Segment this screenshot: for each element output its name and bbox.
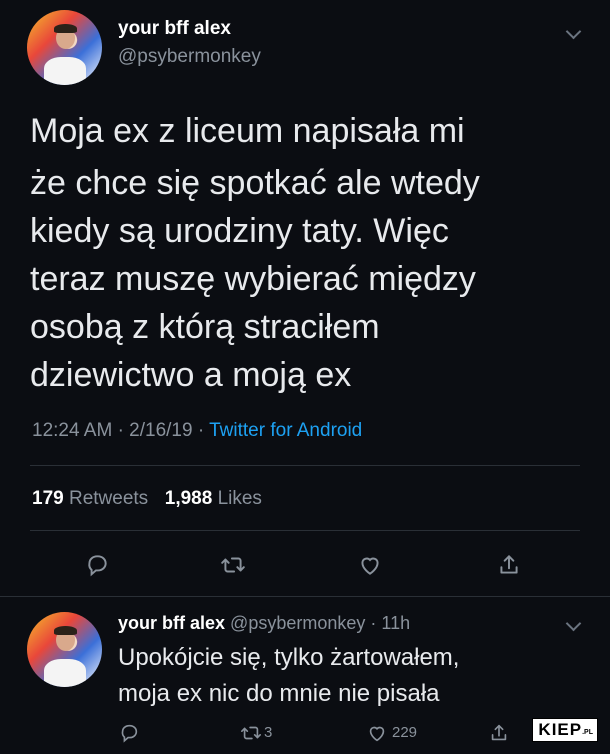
handle[interactable]: @psybermonkey [118,46,261,68]
divider [30,530,580,531]
likes-label[interactable]: Likes [218,488,262,509]
reply-share-icon[interactable] [488,722,510,744]
reply-text-line: moja ex nic do mnie nie pisała [118,680,440,707]
reply-retweet-count: 3 [264,724,273,741]
reply-text-line: Upokójcie się, tylko żartowałem, [118,644,460,671]
tweet-date[interactable]: 2/16/19 [129,420,192,441]
tweet-text-line: dziewictwo a moją ex [30,356,352,394]
retweets-label[interactable]: Retweets [69,488,148,509]
likes-count[interactable]: 1,988 [165,488,213,509]
tweet-time: 12:24 AM [32,420,113,441]
tweet-text-line: Moja ex z liceum napisała mi [30,112,465,150]
chevron-down-icon[interactable] [565,23,582,40]
reply-like-icon[interactable] [366,722,388,744]
tweet-meta: 12:24 AM · 2/16/19 · Twitter for Android [32,420,363,441]
reply-handle[interactable]: @psybermonkey [230,613,365,633]
reply-reply-icon[interactable] [118,722,140,744]
reply-chevron-down-icon[interactable] [565,615,582,632]
divider [0,596,610,597]
reply-icon[interactable] [84,552,110,578]
tweet-text-line: teraz muszę wybierać między [30,260,476,298]
reply-retweet-icon[interactable] [240,722,262,744]
reply-header: your bff alex @psybermonkey · 11h [118,613,411,633]
watermark-brand: KIEP [538,720,583,739]
reply-time[interactable]: 11h [381,613,410,633]
tweet-text-line: że chce się spotkać ale wtedy [30,164,480,202]
reply-avatar[interactable] [27,612,102,687]
reply-like-count: 229 [392,724,418,741]
retweet-icon[interactable] [220,552,246,578]
engagement-stats: 179 Retweets 1,988 Likes [32,488,262,510]
retweets-count[interactable]: 179 [32,488,64,509]
divider [30,465,580,466]
watermark-logo: KIEP.PL [532,718,598,742]
tweet-text-line: osobą z którą straciłem [30,308,380,346]
avatar[interactable] [27,10,102,85]
reply-display-name[interactable]: your bff alex [118,613,225,633]
share-icon[interactable] [496,552,522,578]
like-icon[interactable] [357,552,383,578]
watermark-suffix: .PL [582,729,593,736]
tweet-source[interactable]: Twitter for Android [209,420,362,441]
tweet-text-line: kiedy są urodziny taty. Więc [30,212,449,250]
display-name[interactable]: your bff alex [118,18,231,40]
